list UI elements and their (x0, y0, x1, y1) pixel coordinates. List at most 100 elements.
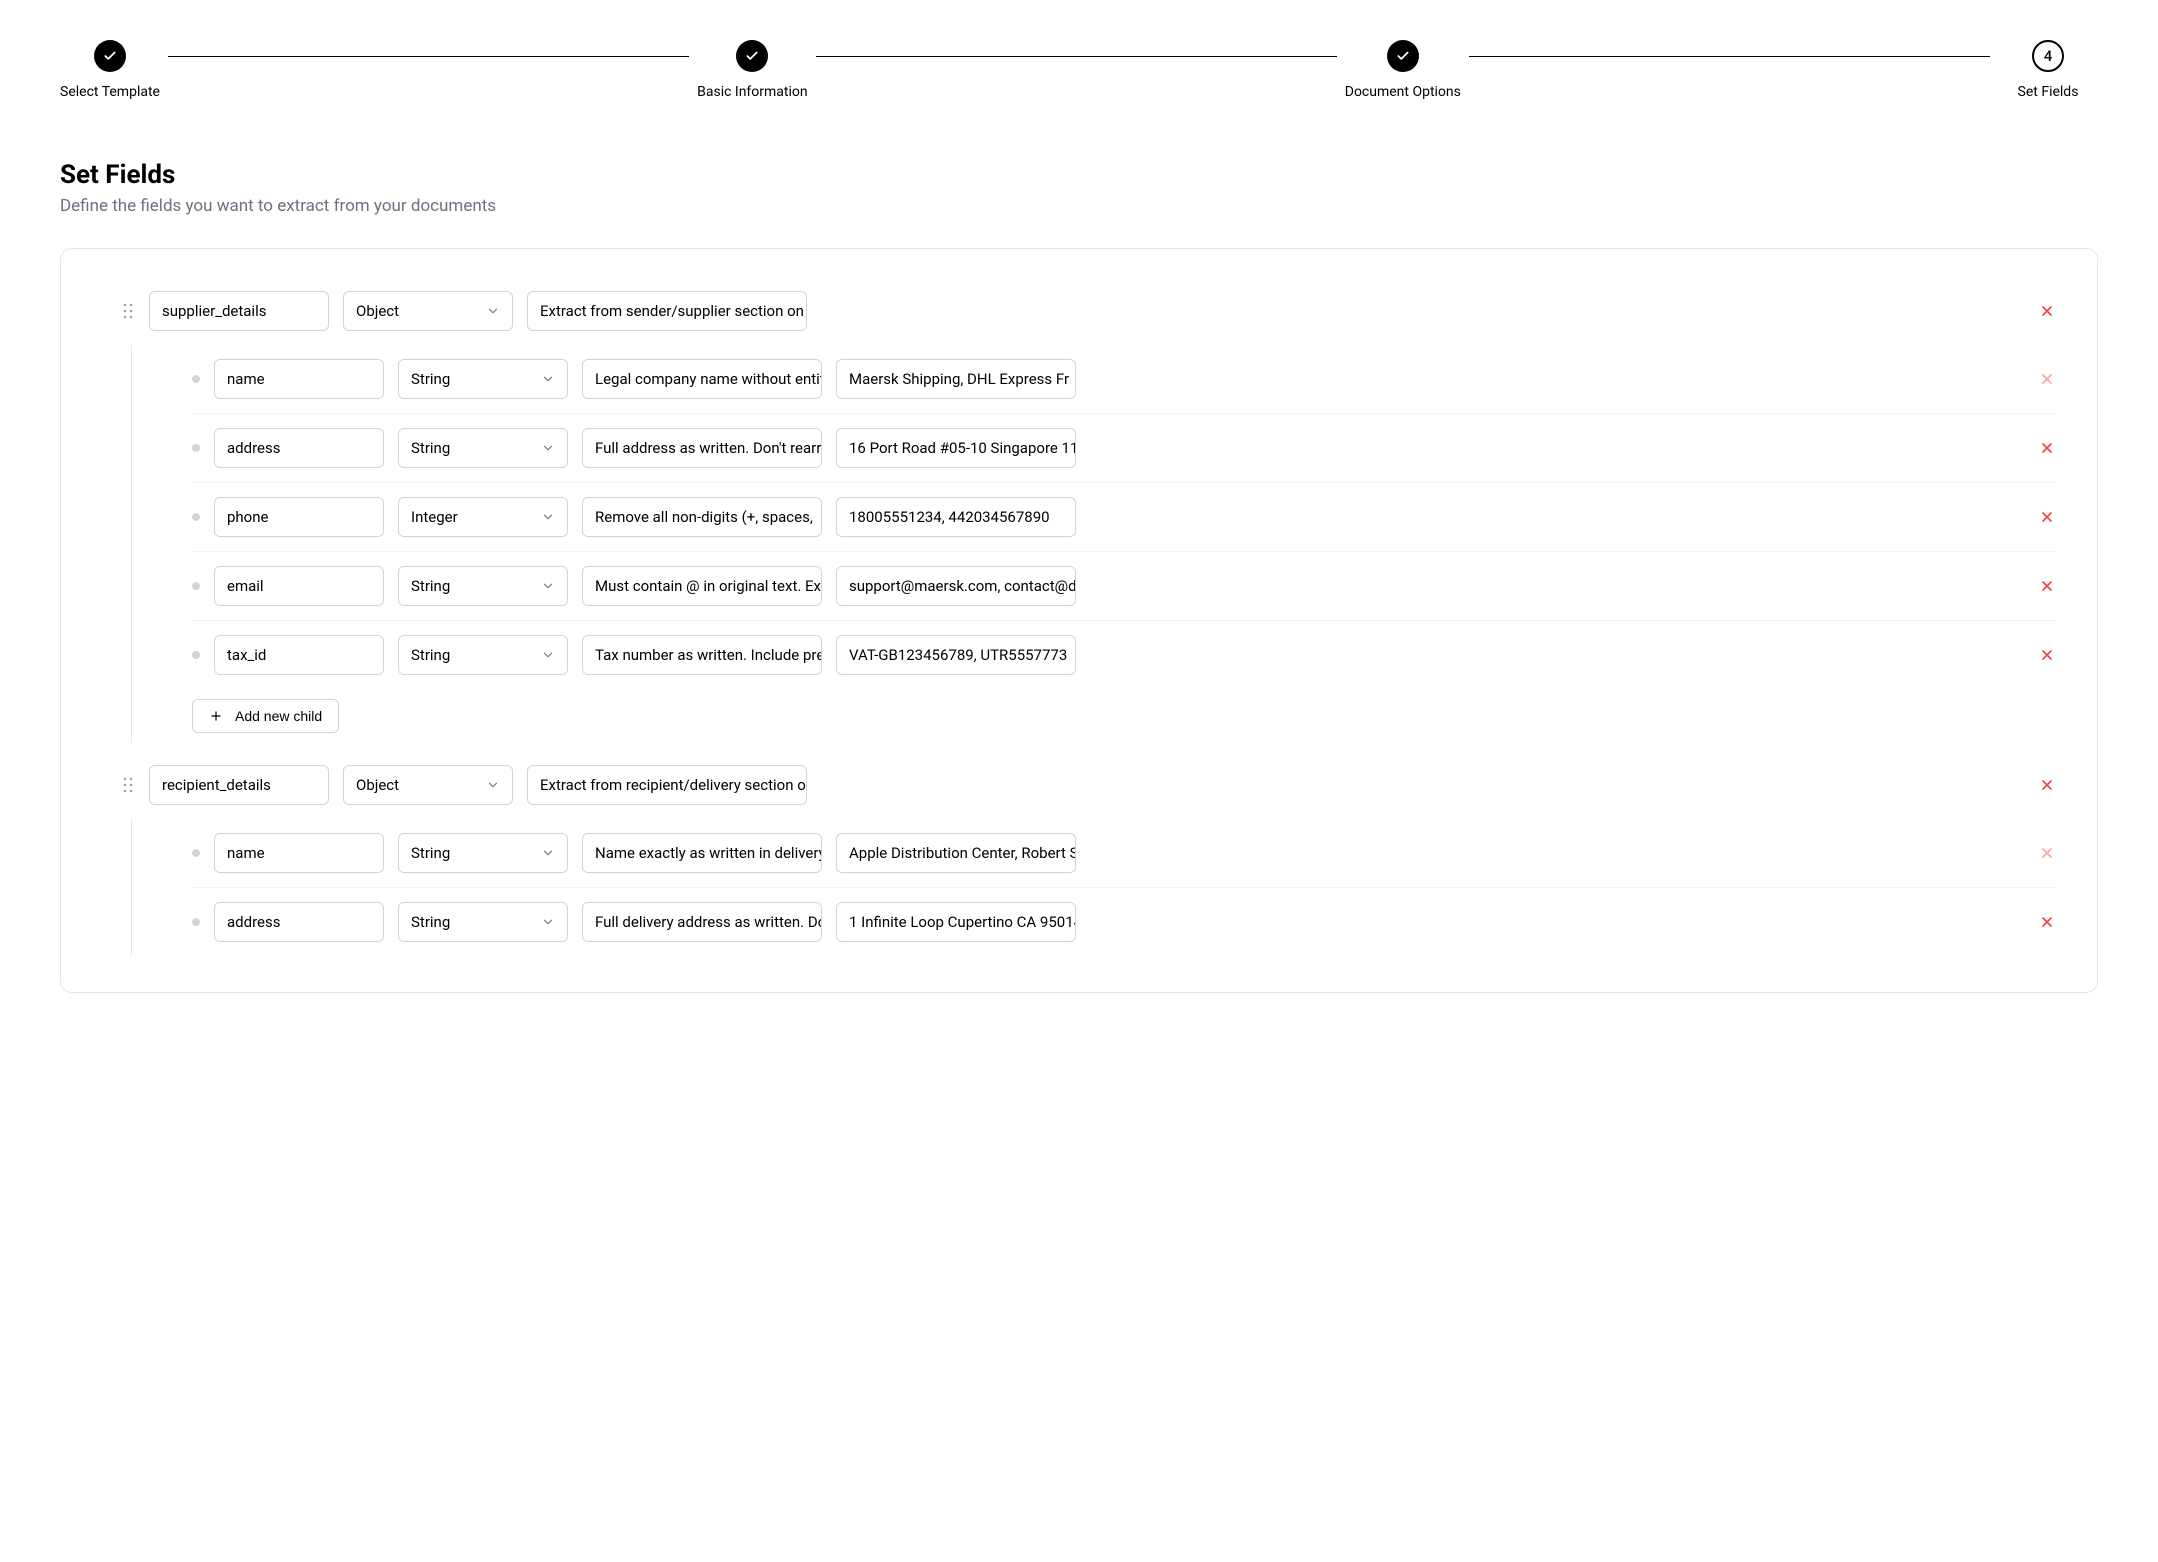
delete-field-button[interactable] (2037, 507, 2057, 527)
page-title: Set Fields (60, 160, 2098, 190)
field-description-input[interactable]: Full delivery address as written. Do (582, 902, 822, 942)
plus-icon (209, 709, 223, 723)
child-dot-icon (192, 444, 200, 452)
chevron-down-icon (541, 510, 555, 524)
page-subtitle: Define the fields you want to extract fr… (60, 196, 2098, 216)
field-name-input[interactable]: email (214, 566, 384, 606)
field-name-input[interactable]: name (214, 359, 384, 399)
field-type-value: Object (356, 776, 399, 794)
step-label: Set Fields (2018, 84, 2079, 100)
field-name-input[interactable]: supplier_details (149, 291, 329, 331)
step-circle-done (94, 40, 126, 72)
close-icon (2039, 845, 2055, 861)
field-type-select[interactable]: String (398, 359, 568, 399)
field-type-value: Integer (411, 508, 458, 526)
field-type-select[interactable]: String (398, 428, 568, 468)
field-type-value: String (411, 646, 450, 664)
child-dot-icon (192, 651, 200, 659)
close-icon (2039, 914, 2055, 930)
field-group: recipient_details Object Extract from re… (121, 751, 2057, 956)
step-set-fields[interactable]: 4 Set Fields (1998, 40, 2098, 100)
step-label: Basic Information (697, 84, 808, 100)
field-example-input[interactable]: 16 Port Road #05-10 Singapore 11 (836, 428, 1076, 468)
child-rows: name String Legal company name without e… (131, 345, 2057, 743)
step-circle-done (736, 40, 768, 72)
delete-field-button[interactable] (2037, 775, 2057, 795)
field-parent-row: supplier_details Object Extract from sen… (121, 277, 2057, 345)
close-icon (2039, 440, 2055, 456)
field-description-input[interactable]: Extract from recipient/delivery section … (527, 765, 807, 805)
field-child-row: phone Integer Remove all non-digits (+, … (192, 483, 2057, 552)
close-icon (2039, 777, 2055, 793)
field-type-value: String (411, 577, 450, 595)
field-name-input[interactable]: recipient_details (149, 765, 329, 805)
fields-card: supplier_details Object Extract from sen… (60, 248, 2098, 993)
field-description-input[interactable]: Name exactly as written in delivery (582, 833, 822, 873)
field-description-input[interactable]: Full address as written. Don't rearr (582, 428, 822, 468)
field-type-select[interactable]: Integer (398, 497, 568, 537)
step-label: Select Template (60, 84, 160, 100)
delete-field-button[interactable] (2037, 301, 2057, 321)
step-line (168, 56, 689, 57)
field-child-row: tax_id String Tax number as written. Inc… (192, 621, 2057, 689)
step-select-template[interactable]: Select Template (60, 40, 160, 100)
field-description-input[interactable]: Legal company name without entit (582, 359, 822, 399)
field-type-select[interactable]: Object (343, 291, 513, 331)
field-name-input[interactable]: name (214, 833, 384, 873)
field-example-input[interactable]: Apple Distribution Center, Robert S (836, 833, 1076, 873)
child-dot-icon (192, 582, 200, 590)
delete-field-button[interactable] (2037, 912, 2057, 932)
delete-field-button[interactable] (2037, 576, 2057, 596)
field-name-input[interactable]: address (214, 428, 384, 468)
field-description-input[interactable]: Tax number as written. Include pre (582, 635, 822, 675)
field-name-input[interactable]: phone (214, 497, 384, 537)
add-child-button[interactable]: Add new child (192, 699, 339, 733)
drag-handle-icon[interactable] (121, 776, 135, 794)
field-description-input[interactable]: Remove all non-digits (+, spaces, (582, 497, 822, 537)
step-line (816, 56, 1337, 57)
field-example-input[interactable]: support@maersk.com, contact@d (836, 566, 1076, 606)
child-dot-icon (192, 375, 200, 383)
field-example-input[interactable]: 1 Infinite Loop Cupertino CA 95014 (836, 902, 1076, 942)
step-number: 4 (2044, 47, 2053, 65)
step-basic-information[interactable]: Basic Information (697, 40, 808, 100)
delete-field-button[interactable] (2037, 843, 2057, 863)
step-document-options[interactable]: Document Options (1345, 40, 1461, 100)
close-icon (2039, 303, 2055, 319)
field-type-select[interactable]: String (398, 902, 568, 942)
drag-handle-icon[interactable] (121, 302, 135, 320)
field-example-input[interactable]: Maersk Shipping, DHL Express Fr (836, 359, 1076, 399)
field-type-select[interactable]: String (398, 566, 568, 606)
field-child-row: address String Full address as written. … (192, 414, 2057, 483)
delete-field-button[interactable] (2037, 438, 2057, 458)
field-type-select[interactable]: Object (343, 765, 513, 805)
close-icon (2039, 647, 2055, 663)
child-dot-icon (192, 513, 200, 521)
field-type-value: String (411, 913, 450, 931)
child-dot-icon (192, 918, 200, 926)
chevron-down-icon (541, 846, 555, 860)
stepper: Select Template Basic Information Docume… (60, 40, 2098, 100)
field-example-input[interactable]: VAT-GB123456789, UTR5557773 (836, 635, 1076, 675)
field-child-row: email String Must contain @ in original … (192, 552, 2057, 621)
field-name-input[interactable]: tax_id (214, 635, 384, 675)
field-name-input[interactable]: address (214, 902, 384, 942)
field-parent-row: recipient_details Object Extract from re… (121, 751, 2057, 819)
check-icon (103, 49, 117, 63)
check-icon (745, 49, 759, 63)
field-description-input[interactable]: Must contain @ in original text. Ex (582, 566, 822, 606)
close-icon (2039, 509, 2055, 525)
chevron-down-icon (541, 579, 555, 593)
step-label: Document Options (1345, 84, 1461, 100)
field-child-row: address String Full delivery address as … (192, 888, 2057, 956)
delete-field-button[interactable] (2037, 369, 2057, 389)
field-type-value: String (411, 370, 450, 388)
field-type-select[interactable]: String (398, 635, 568, 675)
child-dot-icon (192, 849, 200, 857)
field-description-input[interactable]: Extract from sender/supplier section on (527, 291, 807, 331)
field-type-value: Object (356, 302, 399, 320)
step-line (1469, 56, 1990, 57)
delete-field-button[interactable] (2037, 645, 2057, 665)
field-example-input[interactable]: 18005551234, 442034567890 (836, 497, 1076, 537)
field-type-select[interactable]: String (398, 833, 568, 873)
